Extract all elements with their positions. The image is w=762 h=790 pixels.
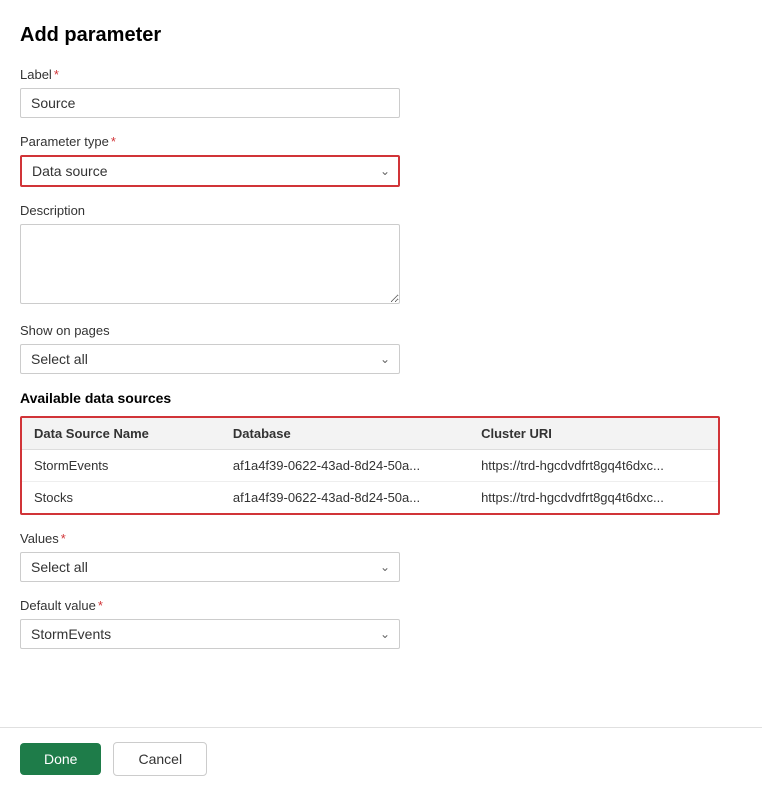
available-data-sources-title: Available data sources <box>20 390 680 406</box>
page-title: Add parameter <box>20 24 680 47</box>
parameter-type-form-group: Parameter type* Data sourceTextIntegerBo… <box>20 134 680 187</box>
col-header-cluster: Cluster URI <box>469 418 718 450</box>
available-data-sources-group: Available data sources Data Source Name … <box>20 390 680 515</box>
data-sources-table: Data Source Name Database Cluster URI St… <box>22 418 718 513</box>
values-select-wrapper: Select all ⌄ <box>20 552 400 582</box>
default-value-form-group: Default value* StormEventsStocks ⌄ <box>20 598 680 649</box>
values-form-group: Values* Select all ⌄ <box>20 531 680 582</box>
table-row[interactable]: Stocks af1a4f39-0622-43ad-8d24-50a... ht… <box>22 482 718 514</box>
parameter-type-select-wrapper: Data sourceTextIntegerBoolean ⌄ <box>20 155 400 187</box>
description-form-group: Description <box>20 203 680 307</box>
show-on-pages-form-group: Show on pages Select all ⌄ <box>20 323 680 374</box>
parameter-type-required-star: * <box>111 134 116 149</box>
default-value-required-star: * <box>98 598 103 613</box>
default-value-label: Default value* <box>20 598 680 613</box>
label-field-label: Label* <box>20 67 680 82</box>
table-header-row: Data Source Name Database Cluster URI <box>22 418 718 450</box>
description-label: Description <box>20 203 680 218</box>
col-header-database: Database <box>221 418 469 450</box>
default-value-select-wrapper: StormEventsStocks ⌄ <box>20 619 400 649</box>
parameter-type-label: Parameter type* <box>20 134 680 149</box>
label-form-group: Label* <box>20 67 680 118</box>
table-cell-name: Stocks <box>22 482 221 514</box>
show-on-pages-label: Show on pages <box>20 323 680 338</box>
table-cell-cluster: https://trd-hgcdvdfrt8gq4t6dxc... <box>469 482 718 514</box>
table-row[interactable]: StormEvents af1a4f39-0622-43ad-8d24-50a.… <box>22 450 718 482</box>
data-table-wrapper: Data Source Name Database Cluster URI St… <box>20 416 720 515</box>
col-header-name: Data Source Name <box>22 418 221 450</box>
table-cell-database: af1a4f39-0622-43ad-8d24-50a... <box>221 450 469 482</box>
table-cell-name: StormEvents <box>22 450 221 482</box>
main-container: Add parameter Label* Parameter type* Dat… <box>0 0 700 745</box>
values-required-star: * <box>61 531 66 546</box>
values-select[interactable]: Select all <box>20 552 400 582</box>
table-cell-cluster: https://trd-hgcdvdfrt8gq4t6dxc... <box>469 450 718 482</box>
show-on-pages-select[interactable]: Select all <box>20 344 400 374</box>
values-label: Values* <box>20 531 680 546</box>
show-on-pages-select-wrapper: Select all ⌄ <box>20 344 400 374</box>
done-button[interactable]: Done <box>20 743 101 775</box>
footer: Done Cancel <box>0 727 762 790</box>
default-value-select[interactable]: StormEventsStocks <box>20 619 400 649</box>
label-input[interactable] <box>20 88 400 118</box>
cancel-button[interactable]: Cancel <box>113 742 207 776</box>
label-required-star: * <box>54 67 59 82</box>
parameter-type-select[interactable]: Data sourceTextIntegerBoolean <box>20 155 400 187</box>
table-cell-database: af1a4f39-0622-43ad-8d24-50a... <box>221 482 469 514</box>
description-textarea[interactable] <box>20 224 400 304</box>
